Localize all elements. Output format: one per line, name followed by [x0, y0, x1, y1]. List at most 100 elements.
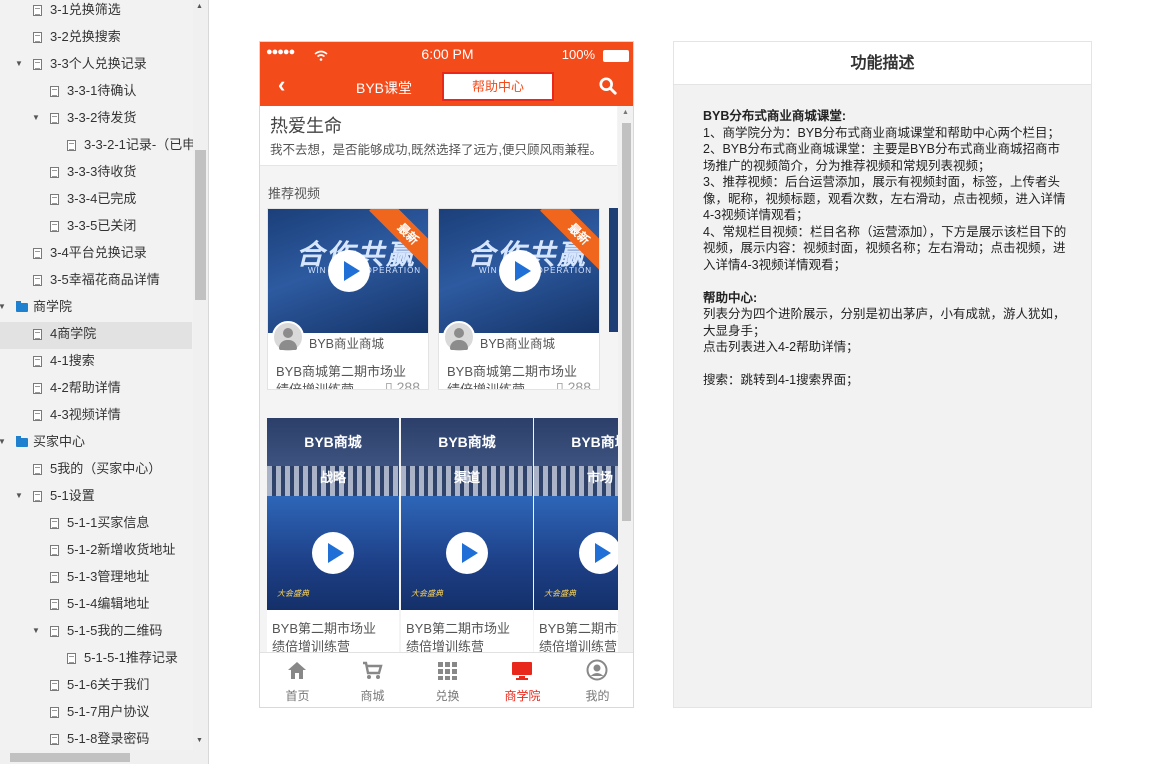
- caret-down-icon[interactable]: ▼: [14, 484, 24, 508]
- video-thumbnail[interactable]: 合作共赢WIN WIN COOPERATION最新: [439, 209, 599, 333]
- tree-item-label: 5-1-5我的二维码: [67, 623, 163, 638]
- play-icon[interactable]: [328, 250, 370, 292]
- content-area: 热爱生命 我不去想，是否能够成功,既然选择了远方,便只顾风雨兼程。 推荐视频 合…: [260, 106, 633, 652]
- scroll-down-arrow[interactable]: ▼: [196, 737, 203, 744]
- thumbnail-caption: BYB商城: [438, 434, 496, 450]
- view-count: ▯ 288: [556, 379, 591, 389]
- page-icon: [50, 545, 59, 556]
- description-heading: 帮助中心:: [703, 290, 758, 305]
- tree-item-label: 3-1兑换筛选: [50, 2, 121, 17]
- featured-video-card[interactable]: 合作共赢WIN WIN COOPERATION最新 BYB商业商城 BYB商城第二期…: [438, 208, 600, 390]
- search-icon[interactable]: [599, 77, 617, 95]
- tree-item[interactable]: ▼ 3-3个人兑换记录: [0, 52, 192, 79]
- tree-item[interactable]: ▼ 3-3-2待发货: [0, 106, 192, 133]
- view-count: ▯ 288: [385, 379, 420, 389]
- tree-item[interactable]: ▼ 5-1-5我的二维码: [0, 619, 192, 646]
- tree-item[interactable]: 4-2帮助详情: [0, 376, 192, 403]
- scrollbar-thumb[interactable]: [10, 753, 130, 762]
- video-card[interactable]: BYB商城市场大会盛典 BYB第二期市场业绩倍增训练营: [534, 418, 618, 652]
- tree-item[interactable]: ▼ 买家中心: [0, 430, 192, 457]
- page-icon: [50, 572, 59, 583]
- tree-item-label: 5我的（买家中心）: [50, 461, 162, 476]
- tree-item-label: 3-2兑换搜索: [50, 29, 121, 44]
- tab-label: 首页: [285, 689, 310, 703]
- tree-item-label: 5-1-4编辑地址: [67, 596, 150, 611]
- tree-horizontal-scrollbar[interactable]: [0, 750, 208, 764]
- play-icon[interactable]: [446, 532, 488, 574]
- tab-user[interactable]: 我的: [560, 653, 633, 707]
- video-thumbnail[interactable]: 合作共赢WIN WIN COOPERATION最新: [268, 209, 428, 333]
- video-card[interactable]: BYB商城 渠道 大会盛典 BYB第二期市场业 绩倍增训练营: [401, 418, 533, 652]
- play-icon[interactable]: [579, 532, 618, 574]
- tree-item[interactable]: 3-2兑换搜索: [0, 25, 192, 52]
- tree-item[interactable]: 5我的（买家中心）: [0, 457, 192, 484]
- video-thumbnail-top[interactable]: BYB商城市场: [534, 418, 618, 496]
- help-center-button[interactable]: 帮助中心: [442, 72, 554, 101]
- scroll-up-arrow[interactable]: ▲: [196, 3, 203, 10]
- scrollbar-thumb[interactable]: [622, 123, 631, 521]
- nav-title[interactable]: BYB课堂: [356, 78, 412, 98]
- featured-video-card[interactable]: 合作共赢WIN WIN COOPERATION最新 BYB商业商城 BYB商城第二期…: [267, 208, 429, 390]
- back-icon[interactable]: ‹: [278, 72, 285, 98]
- tree-item[interactable]: 3-5幸福花商品详情: [0, 268, 192, 295]
- tree-item-label: 商学院: [33, 299, 73, 314]
- tree-item[interactable]: 3-3-1待确认: [0, 79, 192, 106]
- tree-item[interactable]: 5-1-5-1推荐记录: [0, 646, 192, 673]
- tree-item[interactable]: 3-3-3待收货: [0, 160, 192, 187]
- page-icon: [33, 275, 42, 286]
- tree-item[interactable]: 3-3-5已关闭: [0, 214, 192, 241]
- page-icon: [50, 626, 59, 637]
- tree-item-label: 4商学院: [50, 326, 97, 341]
- page-tree: 3-1兑换筛选 3-2兑换搜索 ▼ 3-3个人兑换记录 3-3-1待确认 ▼ 3-3-2待发…: [0, 0, 209, 764]
- stage-banner: 大会盛典: [277, 589, 309, 598]
- tree-item[interactable]: 5-1-1买家信息: [0, 511, 192, 538]
- video-thumbnail-top[interactable]: BYB商城 战略: [267, 418, 399, 496]
- video-title: BYB第二期市场业: [539, 621, 618, 636]
- scroll-up-arrow[interactable]: ▲: [622, 109, 629, 116]
- page-icon: [50, 599, 59, 610]
- tab-cart[interactable]: 商城: [335, 653, 410, 707]
- page-icon: [33, 32, 42, 43]
- tree-item[interactable]: 3-1兑换筛选: [0, 0, 192, 25]
- tree-item[interactable]: ▼ 商学院: [0, 295, 192, 322]
- tree-item[interactable]: 5-1-4编辑地址: [0, 592, 192, 619]
- play-icon[interactable]: [499, 250, 541, 292]
- tab-monitor[interactable]: 商学院: [485, 653, 560, 707]
- tree-item-label: 3-3-5已关闭: [67, 218, 137, 233]
- caret-down-icon[interactable]: ▼: [0, 430, 7, 454]
- featured-video-card-partial[interactable]: [609, 208, 618, 332]
- video-card[interactable]: BYB商城 战略 大会盛典 BYB第二期市场业 绩倍增训练营: [267, 418, 399, 652]
- page-icon: [33, 59, 42, 70]
- caret-down-icon[interactable]: ▼: [31, 619, 41, 643]
- description-line: 3、推荐视频：后台运营添加，展示有视频封面，标签，上传者头像，昵称，视频标题，观…: [703, 175, 1066, 222]
- video-title-line2: 绩倍增训练营: [539, 639, 618, 652]
- tree-item[interactable]: 5-1-2新增收货地址: [0, 538, 192, 565]
- tree-item[interactable]: 5-1-6关于我们: [0, 673, 192, 700]
- tree-item[interactable]: 3-4平台兑换记录: [0, 241, 192, 268]
- tree-item[interactable]: 5-1-3管理地址: [0, 565, 192, 592]
- description-title: 功能描述: [674, 42, 1091, 85]
- tab-home[interactable]: 首页: [260, 653, 335, 707]
- content-scrollbar[interactable]: ▲: [618, 106, 633, 652]
- tree-item[interactable]: 4-1搜索: [0, 349, 192, 376]
- description-line: 点击列表进入4-2帮助详情；: [703, 340, 859, 354]
- scrollbar-thumb[interactable]: [195, 150, 206, 300]
- caret-down-icon[interactable]: ▼: [31, 106, 41, 130]
- video-thumbnail-top[interactable]: BYB商城 渠道: [401, 418, 533, 496]
- stage-banner: 大会盛典: [411, 589, 443, 598]
- caret-down-icon[interactable]: ▼: [0, 295, 7, 319]
- tree-item[interactable]: ▼ 5-1设置: [0, 484, 192, 511]
- play-icon[interactable]: [312, 532, 354, 574]
- tree-item-label: 3-3-4已完成: [67, 191, 137, 206]
- caret-down-icon[interactable]: ▼: [14, 52, 24, 76]
- tree-vertical-scrollbar[interactable]: ▲ ▼: [193, 0, 208, 750]
- tree-item[interactable]: 3-3-2-1记录-（已申: [0, 133, 195, 160]
- tree-item-label: 买家中心: [33, 434, 86, 449]
- tree-item[interactable]: 3-3-4已完成: [0, 187, 192, 214]
- tree-item[interactable]: 4商学院: [0, 322, 192, 349]
- battery-icon: [603, 50, 629, 62]
- tab-grid[interactable]: 兑换: [410, 653, 485, 707]
- tree-item[interactable]: 5-1-7用户协议: [0, 700, 192, 727]
- page-icon: [50, 221, 59, 232]
- tree-item[interactable]: 4-3视频详情: [0, 403, 192, 430]
